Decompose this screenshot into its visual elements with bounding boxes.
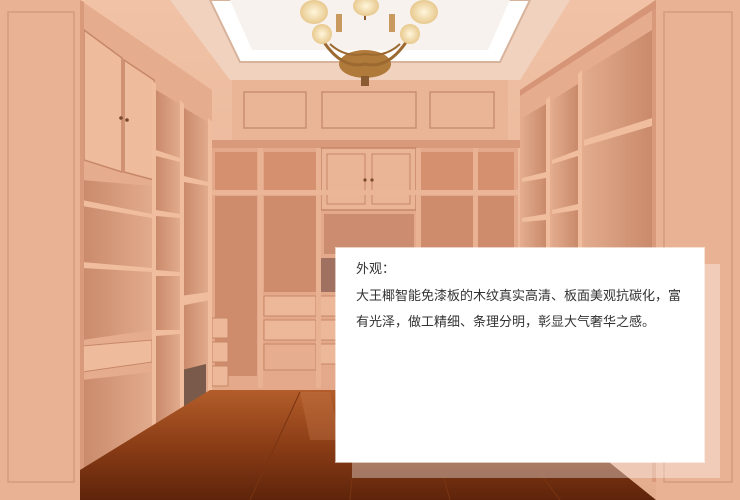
caption-body: 大王椰智能免漆板的木纹真实高清、板面美观抗碳化，富有光泽，做工精细、条理分明，彰…	[356, 289, 682, 330]
caption-heading: 外观：	[356, 262, 396, 277]
back-wall	[210, 80, 520, 148]
caption-card: 外观： 大王椰智能免漆板的木纹真实高清、板面美观抗碳化，富有光泽，做工精细、条理…	[336, 248, 704, 462]
